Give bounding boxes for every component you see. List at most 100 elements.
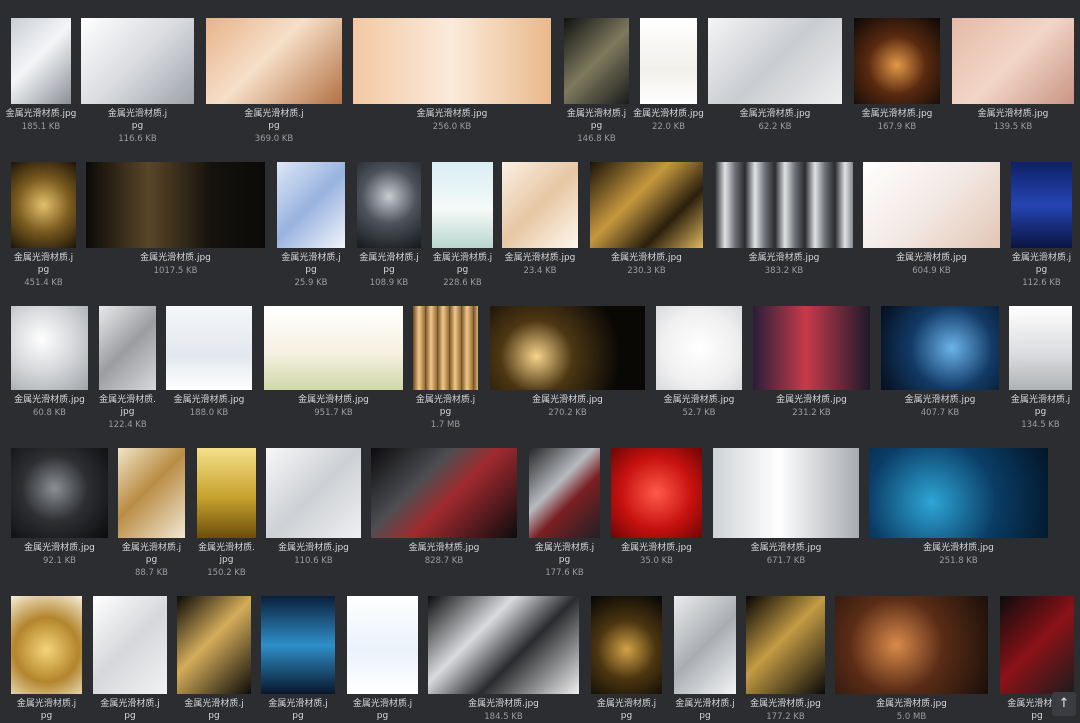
file-name-label: 金属光滑材质.jpg — [750, 543, 822, 553]
thumbnail-image[interactable] — [1009, 306, 1072, 390]
file-name-label: 金属光滑材质.jpg — [415, 395, 476, 417]
thumbnail-image[interactable] — [11, 18, 71, 104]
thumbnail-image[interactable] — [264, 306, 403, 390]
file-name-label: 金属光滑材质.jpg — [633, 109, 704, 119]
thumbnail-image[interactable] — [277, 162, 345, 248]
file-name-label: 金属光滑材质.jpg — [534, 543, 595, 565]
thumbnail-image[interactable] — [11, 448, 108, 538]
thumbnail-image[interactable] — [177, 596, 251, 694]
file-name-label: 金属光滑材质.jpg — [663, 395, 735, 405]
file-size-label: 184.5 KB — [484, 712, 523, 722]
thumbnail-image[interactable] — [93, 596, 167, 694]
thumbnail-image[interactable] — [99, 306, 156, 390]
file-size-label: 1017.5 KB — [153, 266, 198, 276]
thumbnail-image[interactable] — [11, 306, 88, 390]
file-name-label: 金属光滑材质.jpg — [675, 699, 735, 721]
file-size-label: 60.8 KB — [32, 408, 67, 418]
file-size-label: 185.1 KB — [21, 122, 61, 132]
image-gallery: 金属光滑材质.jpg 185.1 KB 金属光滑材质.jpg 116.6 KB 金属光滑… — [0, 0, 1080, 722]
file-size-label: 228.6 KB — [443, 278, 482, 288]
thumbnail-image[interactable] — [428, 596, 579, 694]
file-size-label: 231.2 KB — [792, 408, 831, 418]
file-name-label: 金属光滑材质.jpg — [352, 699, 413, 721]
thumbnail-image[interactable] — [869, 448, 1048, 538]
file-name-label: 金属光滑材质.jpg — [121, 543, 182, 565]
thumbnail-image[interactable] — [1000, 596, 1074, 694]
thumbnail-image[interactable] — [881, 306, 999, 390]
thumbnail-image[interactable] — [11, 162, 76, 248]
thumbnail-image[interactable] — [854, 18, 940, 104]
thumbnail-image[interactable] — [590, 162, 703, 248]
file-size-label: 383.2 KB — [764, 266, 804, 276]
file-name-label: 金属光滑材质.jpg — [16, 699, 77, 721]
file-size-label: 1.7 MB — [430, 420, 461, 430]
thumbnail-image[interactable] — [490, 306, 645, 390]
thumbnail-image[interactable] — [529, 448, 600, 538]
thumbnail-image[interactable] — [266, 448, 361, 538]
file-size-label: 146.8 KB — [577, 134, 616, 144]
file-size-label: 150.2 KB — [207, 568, 246, 578]
file-name-label: 金属光滑材质.jpg — [24, 543, 95, 553]
thumbnail-image[interactable] — [353, 18, 551, 104]
thumbnail-image[interactable] — [564, 18, 629, 104]
thumbnail-image[interactable] — [166, 306, 252, 390]
thumbnail-image[interactable] — [11, 596, 82, 694]
file-size-label: 451.4 KB — [24, 278, 63, 288]
file-name-label: 金属光滑材质.jpg — [776, 395, 847, 405]
file-size-label: 122.4 KB — [108, 420, 147, 430]
thumbnail-image[interactable] — [81, 18, 194, 104]
file-name-label: 金属光滑材质.jpg — [923, 543, 994, 553]
thumbnail-image[interactable] — [640, 18, 697, 104]
thumbnail-image[interactable] — [206, 18, 342, 104]
thumbnail-image[interactable] — [753, 306, 870, 390]
file-size-label: 369.0 KB — [254, 134, 294, 144]
file-name-label: 金属光滑材质.jpg — [566, 109, 627, 131]
file-size-label: 251.8 KB — [939, 556, 978, 566]
file-name-label: 金属光滑材质.jpg — [904, 395, 976, 405]
thumbnail-image[interactable] — [347, 596, 418, 694]
thumbnail-image[interactable] — [611, 448, 702, 538]
thumbnail-image[interactable] — [357, 162, 421, 248]
thumbnail-image[interactable] — [502, 162, 578, 248]
thumbnail-image[interactable] — [371, 448, 517, 538]
thumbnail-image[interactable] — [715, 162, 853, 248]
thumbnail-image[interactable] — [197, 448, 256, 538]
thumbnail-image[interactable] — [674, 596, 736, 694]
file-size-label: 828.7 KB — [424, 556, 464, 566]
thumbnail-image[interactable] — [413, 306, 478, 390]
file-size-label: 139.5 KB — [993, 122, 1033, 132]
file-name-label: 金属光滑材质.jpg — [896, 253, 967, 263]
file-size-label: 5.0 MB — [896, 712, 927, 722]
thumbnail-image[interactable] — [86, 162, 265, 248]
thumbnail-image[interactable] — [713, 448, 859, 538]
file-name-label: 金属光滑材质.jpg — [468, 699, 539, 709]
file-name-label: 金属光滑材质.jpg — [611, 253, 682, 263]
file-size-label: 22.0 KB — [651, 122, 686, 132]
file-name-label: 金属光滑材质.jpg — [739, 109, 811, 119]
thumbnail-image[interactable] — [261, 596, 335, 694]
file-name-label: 金属光滑材质.jpg — [416, 109, 488, 119]
thumbnail-image[interactable] — [746, 596, 825, 694]
file-name-label: 金属光滑材质.jpg — [100, 699, 160, 721]
file-name-label: 金属光滑材质.jpg — [5, 109, 77, 119]
file-name-label: 金属光滑材质.jpg — [504, 253, 576, 263]
thumbnail-image[interactable] — [863, 162, 1000, 248]
file-size-label: 256.0 KB — [432, 122, 472, 132]
file-name-label: 金属光滑材质.jpg — [1010, 395, 1071, 417]
thumbnail-image[interactable] — [432, 162, 493, 248]
thumbnail-image[interactable] — [835, 596, 988, 694]
thumbnail-image[interactable] — [708, 18, 842, 104]
file-size-label: 604.9 KB — [912, 266, 951, 276]
scroll-to-top-button[interactable]: ↑ — [1052, 692, 1076, 716]
file-size-label: 116.6 KB — [118, 134, 157, 144]
file-size-label: 62.2 KB — [758, 122, 792, 132]
thumbnail-image[interactable] — [1011, 162, 1072, 248]
thumbnail-image[interactable] — [656, 306, 742, 390]
file-name-label: 金属光滑材质.jpg — [359, 253, 419, 275]
file-name-label: 金属光滑材质.jpg — [244, 109, 304, 131]
thumbnail-image[interactable] — [591, 596, 662, 694]
file-size-label: 177.2 KB — [766, 712, 805, 722]
thumbnail-image[interactable] — [118, 448, 185, 538]
file-name-label: 金属光滑材质.jpg — [408, 543, 480, 553]
thumbnail-image[interactable] — [952, 18, 1074, 104]
